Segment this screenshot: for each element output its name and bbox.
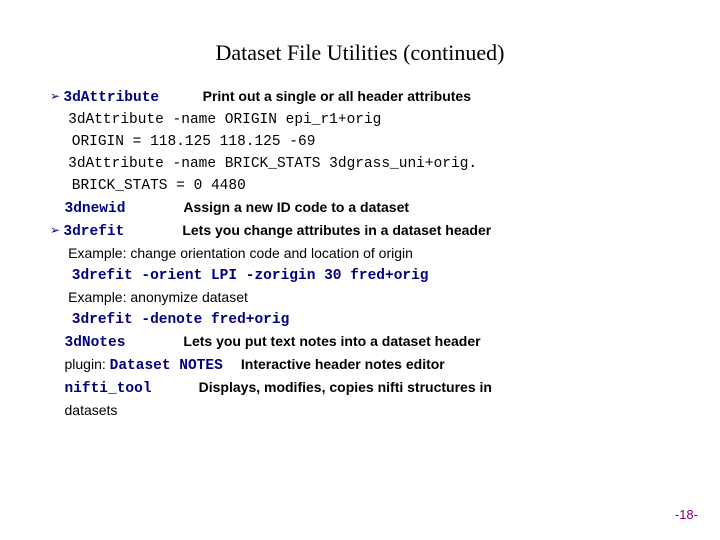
line-3drefit: ➢ 3drefit Lets you change attributes in … [50, 220, 670, 243]
cmd-refit-denote: 3drefit -denote fred+orig [72, 312, 290, 328]
plain-plugin: plugin: [65, 356, 110, 372]
page-number: -18- [675, 507, 698, 522]
cmd-3dnewid: 3dnewid [65, 201, 126, 217]
cmd-refit-orient: 3drefit -orient LPI -zorigin 30 fred+ori… [72, 268, 429, 284]
cmd-3dnotes: 3dNotes [65, 335, 126, 351]
line-attribute: ➢ 3dAttribute Print out a single or all … [50, 86, 670, 109]
mono-ex2: 3dAttribute -name BRICK_STATS 3dgrass_un… [68, 156, 477, 172]
content-block: ➢ 3dAttribute Print out a single or all … [50, 86, 670, 422]
mono-out2: BRICK_STATS = 0 4480 [72, 178, 246, 194]
line-refit-orient: 3drefit -orient LPI -zorigin 30 fred+ori… [50, 265, 670, 287]
line-example1: 3dAttribute -name ORIGIN epi_r1+orig [50, 109, 670, 131]
desc-3dnewid: Assign a new ID code to a dataset [183, 199, 409, 215]
line-refit-denote: 3drefit -denote fred+orig [50, 309, 670, 331]
line-3dnotes: 3dNotes Lets you put text notes into a d… [50, 331, 670, 354]
mono-ex1: 3dAttribute -name ORIGIN epi_r1+orig [68, 112, 381, 128]
line-example-label2: Example: anonymize dataset [50, 287, 670, 309]
line-output1: ORIGIN = 118.125 118.125 -69 [50, 131, 670, 153]
slide-title: Dataset File Utilities (continued) [50, 40, 670, 66]
bullet-icon: ➢ [50, 223, 63, 237]
line-nifti2: datasets [50, 400, 670, 422]
slide: Dataset File Utilities (continued) ➢ 3dA… [0, 0, 720, 422]
cmd-3drefit: 3drefit [63, 224, 124, 240]
line-nifti: nifti_tool Displays, modifies, copies ni… [50, 377, 670, 400]
line-plugin: plugin: Dataset NOTES Interactive header… [50, 354, 670, 377]
cmd-dataset-notes: Dataset NOTES [110, 358, 223, 374]
plain-datasets: datasets [65, 402, 118, 418]
desc-3dnotes: Lets you put text notes into a dataset h… [183, 333, 480, 349]
desc-plugin: Interactive header notes editor [241, 356, 445, 372]
line-example2: 3dAttribute -name BRICK_STATS 3dgrass_un… [50, 153, 670, 175]
line-3dnewid: 3dnewid Assign a new ID code to a datase… [50, 197, 670, 220]
desc-3dattribute: Print out a single or all header attribu… [203, 88, 471, 104]
bullet-icon: ➢ [50, 89, 63, 103]
cmd-3dattribute: 3dAttribute [63, 90, 159, 106]
cmd-nifti: nifti_tool [65, 381, 152, 397]
desc-3drefit: Lets you change attributes in a dataset … [182, 222, 491, 238]
desc-nifti: Displays, modifies, copies nifti structu… [199, 379, 492, 395]
mono-out1: ORIGIN = 118.125 118.125 -69 [72, 134, 316, 150]
plain-ex2: Example: anonymize dataset [68, 289, 248, 305]
plain-ex1: Example: change orientation code and loc… [68, 245, 413, 261]
line-output2: BRICK_STATS = 0 4480 [50, 175, 670, 197]
line-example-label1: Example: change orientation code and loc… [50, 243, 670, 265]
